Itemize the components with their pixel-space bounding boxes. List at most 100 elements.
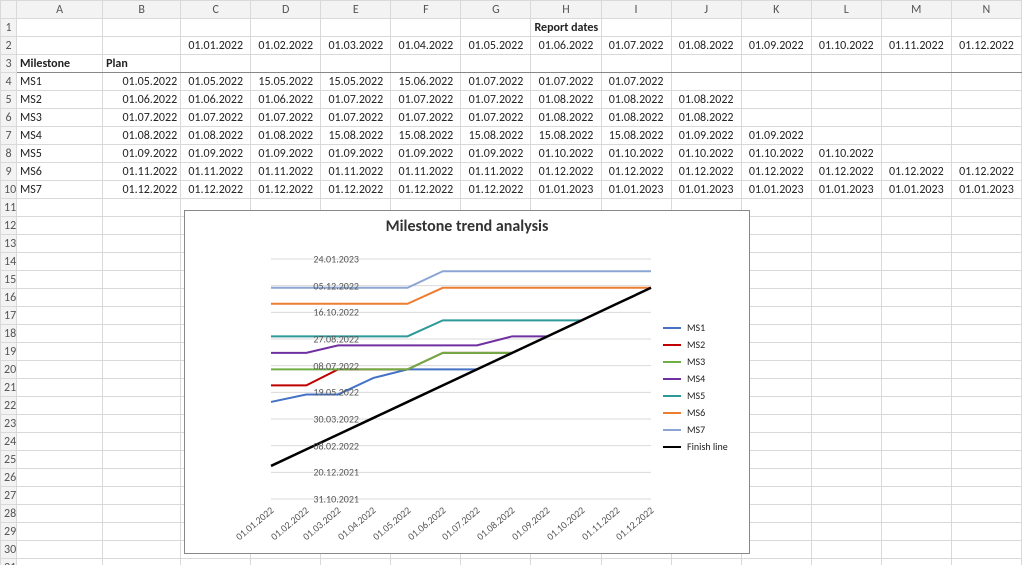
cell[interactable]: [951, 343, 1021, 361]
row-header-4[interactable]: 4: [1, 73, 17, 91]
row-header-12[interactable]: 12: [1, 217, 17, 235]
milestone-value[interactable]: 01.01.2023: [601, 181, 671, 199]
cell[interactable]: [881, 559, 951, 565]
milestone-value[interactable]: [811, 109, 881, 127]
milestone-value[interactable]: 01.12.2022: [741, 163, 811, 181]
cell[interactable]: [741, 487, 811, 505]
col-header-K[interactable]: K: [741, 1, 811, 19]
cell[interactable]: [881, 379, 951, 397]
milestone-value[interactable]: 01.08.2022: [531, 91, 601, 109]
cell[interactable]: [951, 307, 1021, 325]
cell[interactable]: [251, 559, 321, 565]
cell[interactable]: [951, 361, 1021, 379]
cell[interactable]: [811, 397, 881, 415]
milestone-value[interactable]: 01.11.2022: [461, 163, 531, 181]
cell[interactable]: [951, 325, 1021, 343]
milestone-value[interactable]: 01.10.2022: [741, 145, 811, 163]
milestone-value[interactable]: [951, 73, 1021, 91]
row-header-6[interactable]: 6: [1, 109, 17, 127]
milestone-value[interactable]: [951, 127, 1021, 145]
milestone-value[interactable]: [811, 91, 881, 109]
row-header-30[interactable]: 30: [1, 541, 17, 559]
cell[interactable]: [881, 343, 951, 361]
cell[interactable]: [103, 325, 181, 343]
milestone-value[interactable]: 01.09.2022: [741, 127, 811, 145]
cell[interactable]: [951, 397, 1021, 415]
cell[interactable]: [17, 505, 103, 523]
cell[interactable]: [811, 235, 881, 253]
cell[interactable]: [741, 235, 811, 253]
cell[interactable]: [461, 55, 531, 73]
embedded-chart[interactable]: Milestone trend analysis 24.01.202305.12…: [184, 210, 750, 554]
cell[interactable]: [103, 217, 181, 235]
cell[interactable]: [951, 235, 1021, 253]
cell[interactable]: [951, 217, 1021, 235]
cell[interactable]: [951, 19, 1021, 37]
milestone-name[interactable]: MS5: [17, 145, 103, 163]
milestone-value[interactable]: [951, 109, 1021, 127]
milestone-plan[interactable]: 01.09.2022: [103, 145, 181, 163]
col-header-M[interactable]: M: [881, 1, 951, 19]
row-header-26[interactable]: 26: [1, 469, 17, 487]
cell[interactable]: [741, 361, 811, 379]
row-header-18[interactable]: 18: [1, 325, 17, 343]
cell[interactable]: [741, 523, 811, 541]
cell[interactable]: [17, 487, 103, 505]
row-header-24[interactable]: 24: [1, 433, 17, 451]
milestone-plan[interactable]: 01.07.2022: [103, 109, 181, 127]
milestone-value[interactable]: 01.01.2023: [531, 181, 601, 199]
cell[interactable]: [251, 55, 321, 73]
cell[interactable]: [741, 55, 811, 73]
milestone-value[interactable]: 01.07.2022: [391, 91, 461, 109]
cell[interactable]: [951, 559, 1021, 565]
report-date-col[interactable]: 01.12.2022: [951, 37, 1021, 55]
report-date-col[interactable]: 01.09.2022: [741, 37, 811, 55]
milestone-value[interactable]: [951, 145, 1021, 163]
report-date-col[interactable]: 01.08.2022: [671, 37, 741, 55]
cell[interactable]: [881, 361, 951, 379]
report-date-col[interactable]: 01.10.2022: [811, 37, 881, 55]
cell[interactable]: [103, 289, 181, 307]
row-header-20[interactable]: 20: [1, 361, 17, 379]
cell[interactable]: [17, 433, 103, 451]
cell[interactable]: [881, 433, 951, 451]
cell[interactable]: [811, 523, 881, 541]
milestone-value[interactable]: [881, 145, 951, 163]
cell[interactable]: [17, 469, 103, 487]
col-header-E[interactable]: E: [321, 1, 391, 19]
milestone-name[interactable]: MS7: [17, 181, 103, 199]
milestone-value[interactable]: 01.12.2022: [461, 181, 531, 199]
cell[interactable]: [181, 55, 251, 73]
milestone-value[interactable]: 01.12.2022: [671, 163, 741, 181]
cell[interactable]: [811, 217, 881, 235]
cell[interactable]: [741, 541, 811, 559]
cell[interactable]: [671, 55, 741, 73]
cell[interactable]: [951, 253, 1021, 271]
milestone-value[interactable]: 01.01.2023: [671, 181, 741, 199]
cell[interactable]: [391, 55, 461, 73]
col-header-B[interactable]: B: [103, 1, 181, 19]
col-header-A[interactable]: A: [17, 1, 103, 19]
milestone-value[interactable]: 01.07.2022: [461, 73, 531, 91]
milestone-value[interactable]: 01.08.2022: [181, 127, 251, 145]
col-header-C[interactable]: C: [181, 1, 251, 19]
cell[interactable]: [391, 559, 461, 565]
report-date-col[interactable]: 01.06.2022: [531, 37, 601, 55]
cell[interactable]: [951, 541, 1021, 559]
milestone-value[interactable]: 01.12.2022: [391, 181, 461, 199]
cell[interactable]: [881, 289, 951, 307]
milestone-value[interactable]: 01.05.2022: [181, 73, 251, 91]
cell[interactable]: [321, 559, 391, 565]
milestone-plan[interactable]: 01.12.2022: [103, 181, 181, 199]
milestone-value[interactable]: 01.12.2022: [181, 181, 251, 199]
col-header-N[interactable]: N: [951, 1, 1021, 19]
cell[interactable]: [811, 415, 881, 433]
cell[interactable]: [17, 235, 103, 253]
cell[interactable]: [951, 469, 1021, 487]
cell[interactable]: [741, 415, 811, 433]
cell[interactable]: [811, 307, 881, 325]
cell[interactable]: [103, 379, 181, 397]
cell[interactable]: [881, 523, 951, 541]
milestone-value[interactable]: 15.05.2022: [321, 73, 391, 91]
header-plan[interactable]: Plan: [103, 55, 181, 73]
